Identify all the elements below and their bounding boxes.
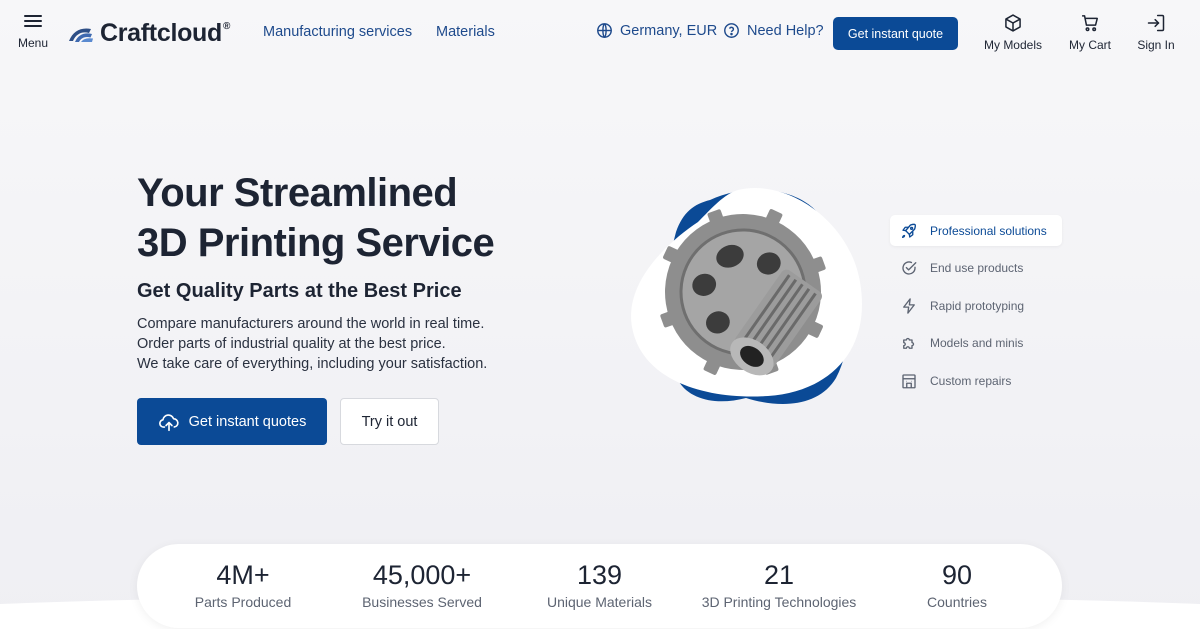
stat-printing-technologies: 21 3D Printing Technologies	[694, 558, 864, 610]
locale-label: Germany, EUR	[620, 22, 718, 39]
nav-materials[interactable]: Materials	[436, 24, 495, 40]
logo-wordmark: Craftcloud	[100, 18, 223, 47]
building-icon	[902, 373, 916, 388]
stat-caption: Unique Materials	[546, 594, 653, 610]
feature-label: Rapid prototyping	[930, 298, 1025, 313]
stat-value: 139	[576, 560, 623, 590]
my-cart-label: My Cart	[1069, 38, 1111, 52]
logo-registered-mark: ®	[223, 20, 231, 32]
feature-label: Custom repairs	[930, 373, 1012, 388]
craftcloud-logo[interactable]: Craftcloud ®	[67, 18, 230, 48]
try-it-out-button[interactable]: Try it out	[340, 398, 439, 445]
top-header: Menu Craftcloud ® Manufacturing services…	[0, 0, 1200, 66]
stat-caption: 3D Printing Technologies	[701, 594, 857, 610]
feature-label: Professional solutions	[930, 223, 1047, 238]
menu-label: Menu	[17, 36, 49, 50]
help-circle-icon	[724, 23, 739, 38]
feature-label: End use products	[930, 261, 1024, 275]
hero-description-line-2: Order parts of industrial quality at the…	[137, 336, 446, 352]
lightning-icon	[903, 297, 915, 314]
rocket-icon	[901, 223, 916, 238]
get-instant-quotes-label: Get instant quotes	[188, 413, 307, 430]
puzzle-icon	[903, 337, 915, 349]
stat-unique-materials: 139 Unique Materials	[537, 558, 662, 610]
cube-icon	[1005, 14, 1021, 32]
hero-title-line-2: 3D Printing Service	[137, 221, 495, 265]
cloud-upload-icon	[158, 413, 179, 431]
my-models-button[interactable]: My Models	[980, 13, 1046, 52]
stat-value: 21	[763, 560, 795, 590]
check-circle-icon	[902, 261, 917, 275]
stat-countries: 90 Countries	[907, 558, 1007, 610]
cloud-logo-icon	[69, 28, 93, 42]
stat-caption: Parts Produced	[194, 594, 292, 610]
feature-professional-solutions[interactable]: Professional solutions	[890, 215, 1062, 246]
sign-in-button[interactable]: Sign In	[1133, 13, 1179, 52]
nav-manufacturing-services[interactable]: Manufacturing services	[263, 24, 412, 40]
stat-caption: Countries	[927, 594, 987, 610]
feature-list: Professional solutions End use products …	[890, 215, 1062, 403]
stats-bar: 4M+ Parts Produced 45,000+ Businesses Se…	[137, 544, 1062, 628]
hero-description: Compare manufacturers around the world i…	[137, 314, 487, 374]
stat-value: 4M+	[216, 560, 270, 590]
sign-in-icon	[1147, 14, 1165, 32]
stat-value: 90	[941, 560, 973, 590]
menu-button[interactable]: Menu	[16, 14, 50, 50]
stat-businesses-served: 45,000+ Businesses Served	[352, 558, 492, 610]
my-models-label: My Models	[983, 38, 1042, 52]
feature-rapid-prototyping[interactable]: Rapid prototyping	[890, 290, 1062, 321]
feature-custom-repairs[interactable]: Custom repairs	[890, 365, 1062, 396]
cart-icon	[1082, 15, 1098, 32]
gear-part-illustration	[631, 188, 862, 404]
stat-parts-produced: 4M+ Parts Produced	[182, 558, 304, 610]
hamburger-icon	[24, 14, 42, 28]
globe-icon	[597, 23, 612, 38]
hero-subtitle: Get Quality Parts at the Best Price	[137, 280, 462, 302]
need-help-link[interactable]: Need Help?	[723, 22, 824, 39]
hero-description-line-1: Compare manufacturers around the world i…	[137, 316, 485, 332]
locale-selector[interactable]: Germany, EUR	[596, 22, 717, 39]
feature-end-use-products[interactable]: End use products	[890, 253, 1062, 284]
my-cart-button[interactable]: My Cart	[1064, 13, 1116, 52]
help-label: Need Help?	[747, 22, 824, 39]
sign-in-label: Sign In	[1137, 38, 1175, 52]
stat-caption: Businesses Served	[362, 594, 482, 610]
get-instant-quote-button[interactable]: Get instant quote	[833, 17, 958, 50]
hero-title-line-1: Your Streamlined	[137, 171, 458, 215]
hero-title: Your Streamlined 3D Printing Service	[137, 168, 495, 268]
hero-description-line-3: We take care of everything, including yo…	[137, 356, 488, 372]
feature-label: Models and minis	[930, 336, 1024, 350]
stat-value: 45,000+	[372, 560, 472, 590]
feature-models-and-minis[interactable]: Models and minis	[890, 328, 1062, 359]
get-instant-quotes-button[interactable]: Get instant quotes	[137, 398, 327, 445]
